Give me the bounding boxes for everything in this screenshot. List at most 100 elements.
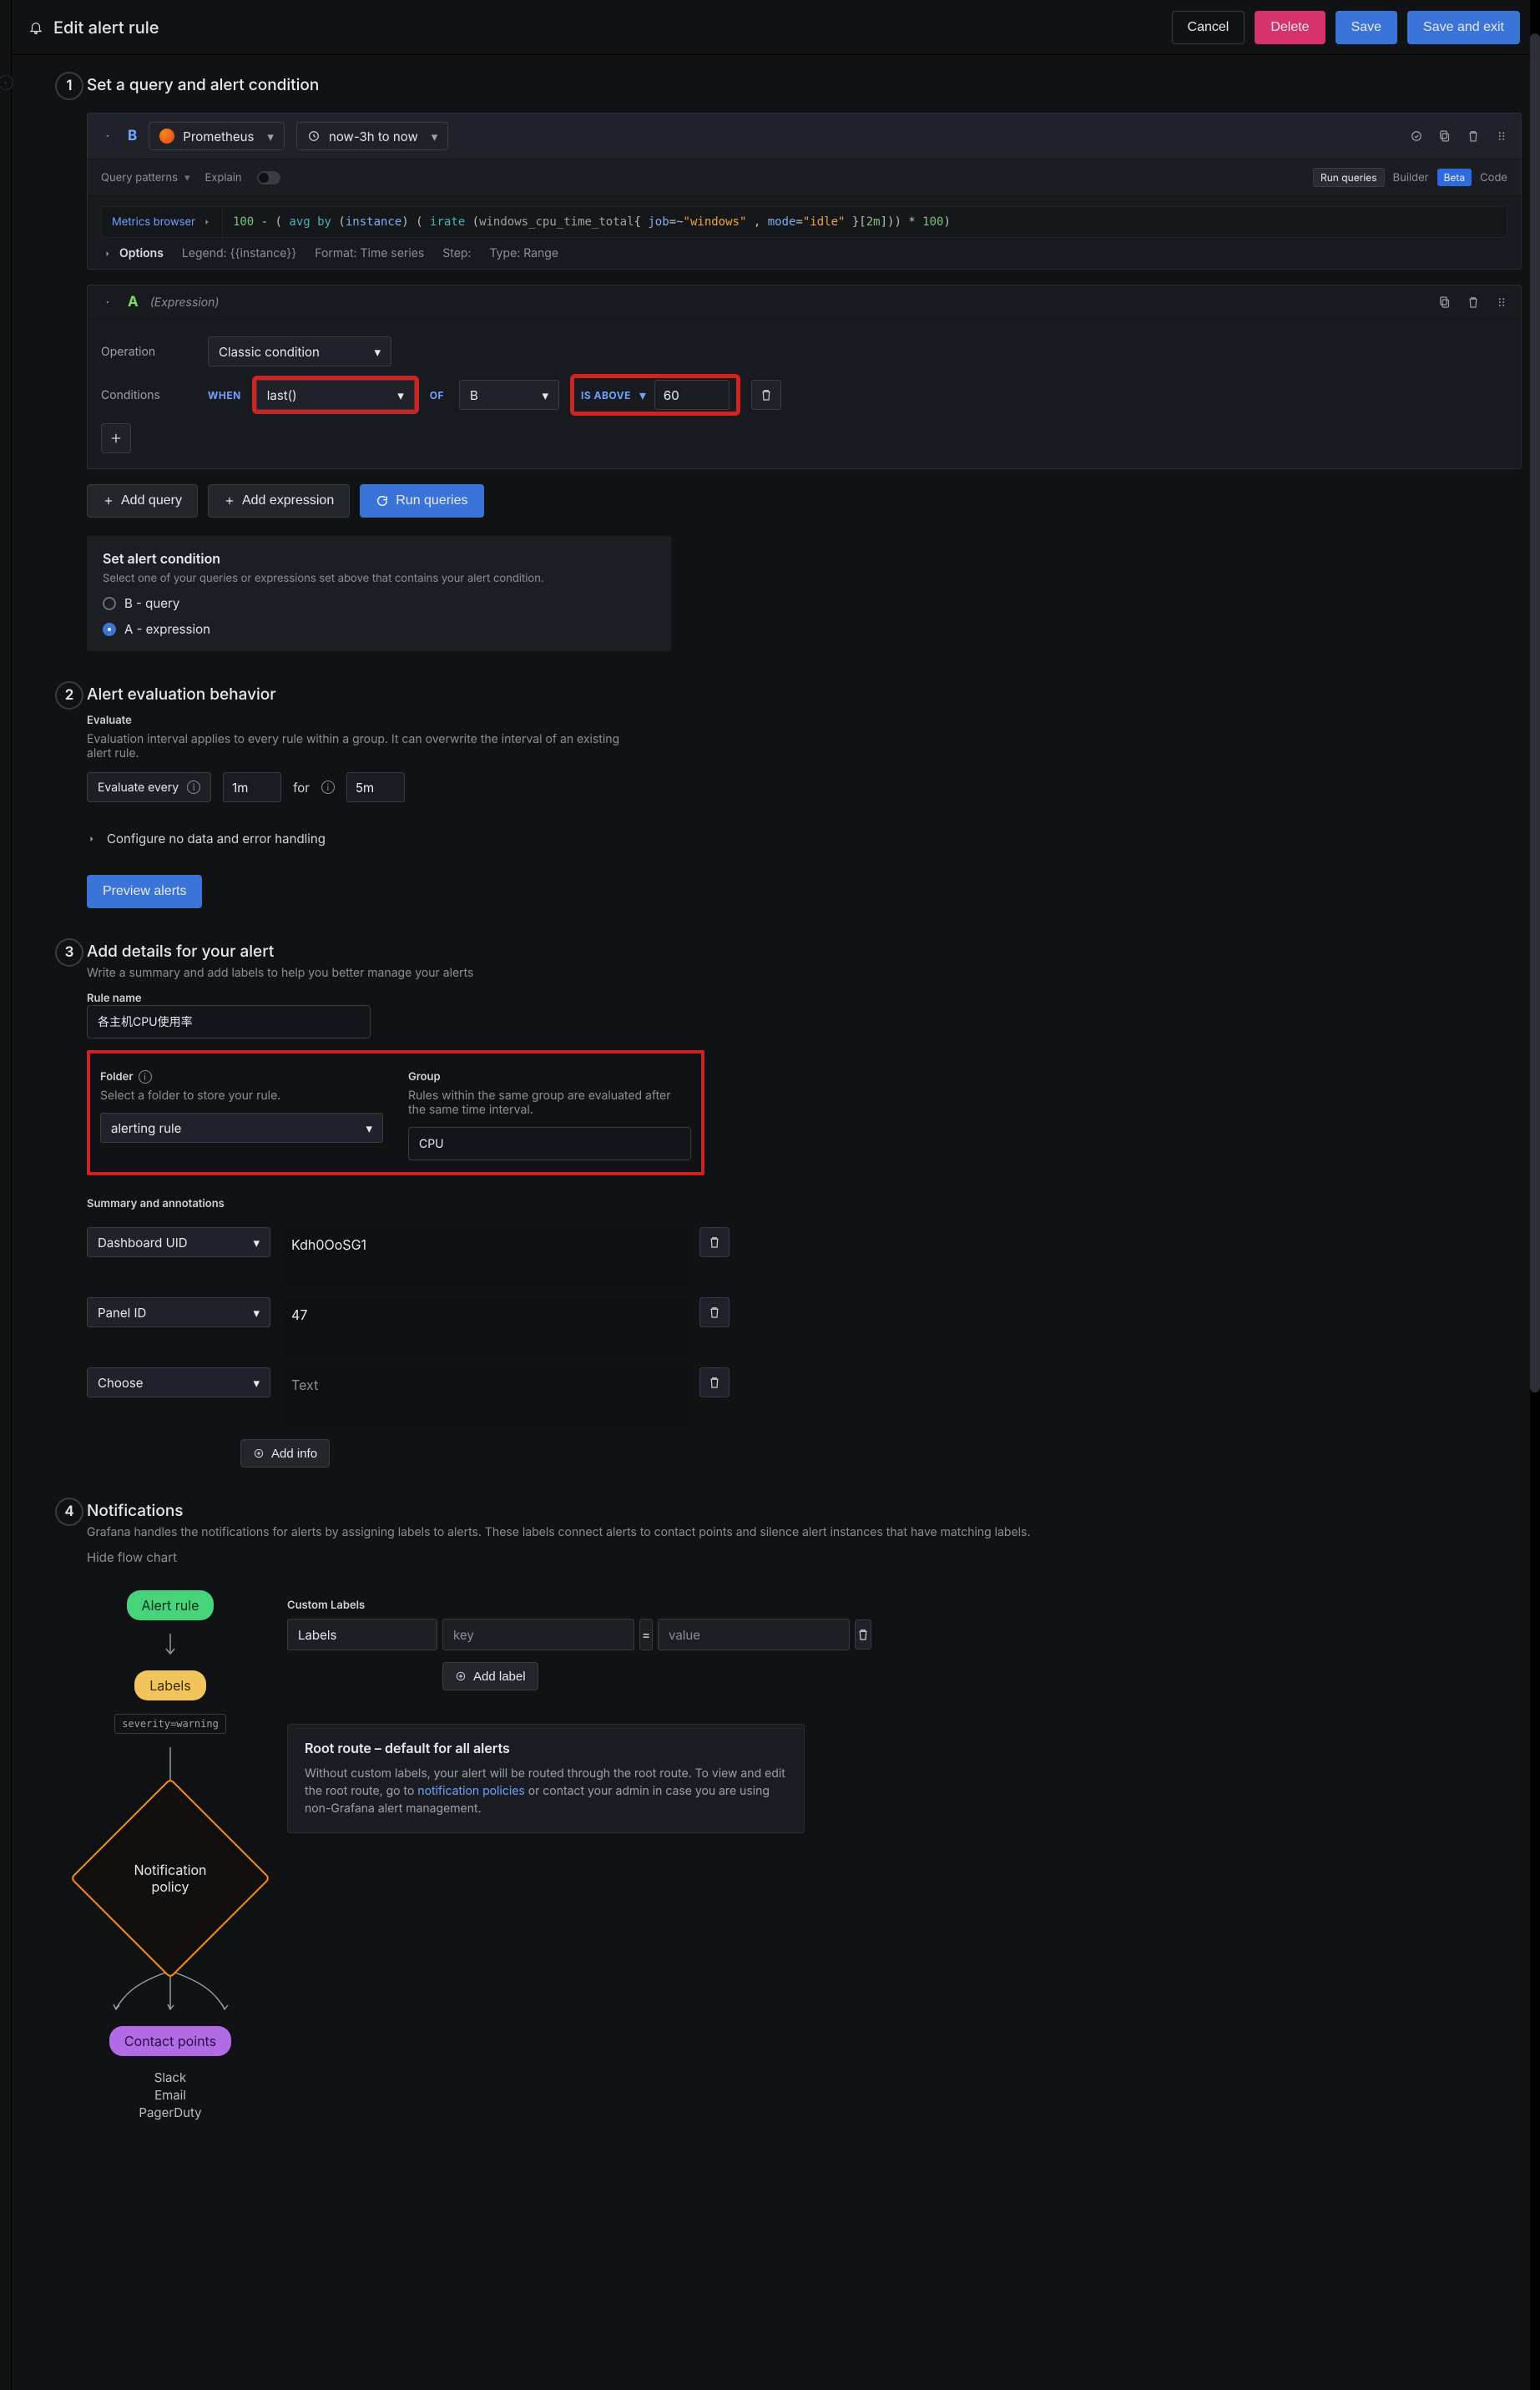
add-expression-button[interactable]: Add expression <box>208 484 350 518</box>
save-button[interactable]: Save <box>1336 11 1397 44</box>
add-info-button[interactable]: Add info <box>240 1439 330 1468</box>
opt-legend: Legend: {{instance}} <box>182 246 296 260</box>
trash-icon <box>856 1627 871 1642</box>
preview-alerts-button[interactable]: Preview alerts <box>87 875 202 908</box>
query-name-b[interactable]: B <box>128 128 137 144</box>
remove-annotation-1[interactable] <box>699 1297 730 1327</box>
clock-icon <box>307 129 321 143</box>
scrollbar-track[interactable] <box>1530 0 1540 2390</box>
node-contact-points: Contact points <box>109 2026 231 2056</box>
chevron-right-icon <box>87 834 97 844</box>
annotation-key-select-1[interactable]: Panel ID ▾ <box>87 1297 270 1327</box>
operation-value: Classic condition <box>219 344 320 360</box>
info-icon[interactable]: i <box>321 781 335 794</box>
label-key-input[interactable]: key <box>442 1619 634 1650</box>
drag-handle-icon[interactable] <box>1494 129 1509 144</box>
step-badge-2: 2 <box>55 681 83 710</box>
configure-nodata-label: Configure no data and error handling <box>107 831 326 846</box>
opt-step: Step: <box>442 246 471 260</box>
trash-icon[interactable] <box>1466 129 1481 144</box>
collapse-expr-a[interactable] <box>99 294 116 311</box>
annotation-value-0[interactable]: Kdh0OoSG1 <box>282 1227 688 1287</box>
query-options-row[interactable]: Options Legend: {{instance}} Format: Tim… <box>88 238 1521 269</box>
trash-icon[interactable] <box>1466 295 1481 310</box>
info-icon[interactable]: i <box>139 1070 152 1084</box>
of-query-select[interactable]: B ▾ <box>459 380 559 410</box>
info-icon[interactable]: i <box>187 781 200 794</box>
evaluate-for-input[interactable]: 5m <box>346 772 405 802</box>
chevron-right-icon <box>202 217 212 227</box>
copy-icon[interactable] <box>1437 129 1452 144</box>
folder-group-highlight: Folder i Select a folder to store your r… <box>87 1050 704 1175</box>
label-value-input[interactable]: value <box>658 1619 850 1650</box>
save-and-exit-button[interactable]: Save and exit <box>1407 11 1520 44</box>
remove-annotation-2[interactable] <box>699 1367 730 1397</box>
remove-label-button[interactable] <box>855 1619 871 1650</box>
of-query-value: B <box>470 387 478 403</box>
beta-badge: Beta <box>1437 169 1472 186</box>
explain-label: Explain <box>204 171 241 184</box>
annotation-value-1[interactable]: 47 <box>282 1297 688 1357</box>
expression-panel-a: A (Expression) Operation Classic cond <box>87 285 1522 469</box>
top-bar: Edit alert rule Cancel Delete Save Save … <box>12 0 1540 55</box>
group-input[interactable]: CPU <box>408 1127 691 1160</box>
rule-name-input[interactable]: 各主机CPU使用率 <box>87 1005 371 1038</box>
remove-condition-button[interactable] <box>751 380 781 410</box>
drag-handle-icon[interactable] <box>1494 295 1509 310</box>
plus-circle-icon <box>455 1670 467 1682</box>
delete-button[interactable]: Delete <box>1255 11 1325 44</box>
refresh-icon <box>376 494 389 508</box>
radio-a[interactable] <box>103 623 116 636</box>
run-queries-button[interactable]: Run queries <box>360 484 483 518</box>
chevron-down-icon: ▾ <box>543 387 549 403</box>
evaluate-heading: Evaluate <box>87 714 1522 727</box>
duplicate-icon[interactable] <box>1409 129 1424 144</box>
configure-nodata-row[interactable]: Configure no data and error handling <box>87 831 1522 846</box>
code-tab[interactable]: Code <box>1480 171 1507 184</box>
threshold-input[interactable]: 60 <box>654 380 730 410</box>
metrics-browser[interactable]: Metrics browser <box>102 207 223 237</box>
datasource-picker[interactable]: Prometheus ▾ <box>149 122 285 150</box>
expand-nav-button[interactable] <box>0 75 13 90</box>
group-label: Group <box>408 1070 691 1084</box>
remove-annotation-0[interactable] <box>699 1227 730 1257</box>
chevron-down-icon: ▾ <box>432 129 438 144</box>
query-tools-row: Query patterns Explain Run queries Build… <box>88 159 1521 196</box>
page-title: Edit alert rule <box>53 18 159 38</box>
step-desc-3: Write a summary and add labels to help y… <box>87 966 1522 980</box>
annotation-key-select-2[interactable]: Choose ▾ <box>87 1367 270 1397</box>
kw-is-above[interactable]: IS ABOVE <box>581 389 631 402</box>
plus-icon <box>103 495 114 507</box>
scrollbar-thumb[interactable] <box>1530 33 1540 1392</box>
evaluate-every-input[interactable]: 1m <box>223 772 281 802</box>
hide-flow-chart-link[interactable]: Hide flow chart <box>87 1549 1522 1565</box>
folder-select[interactable]: alerting rule ▾ <box>100 1113 383 1143</box>
run-queries-chip[interactable]: Run queries <box>1313 168 1385 187</box>
annotation-key-select-0[interactable]: Dashboard UID ▾ <box>87 1227 270 1257</box>
operation-select[interactable]: Classic condition ▾ <box>208 336 391 366</box>
notification-policies-link[interactable]: notification policies <box>417 1784 524 1798</box>
builder-label[interactable]: Builder <box>1393 171 1429 184</box>
copy-icon[interactable] <box>1437 295 1452 310</box>
explain-toggle[interactable] <box>257 171 280 184</box>
promql-code[interactable]: 100 - ( avg by (instance) ( irate (windo… <box>223 209 961 235</box>
radio-b[interactable] <box>103 597 116 610</box>
node-labels: Labels <box>134 1670 205 1700</box>
chevron-down-icon: ▾ <box>366 1120 372 1136</box>
time-range-picker[interactable]: now-3h to now ▾ <box>296 122 448 150</box>
annotation-value-2[interactable]: Text <box>282 1367 688 1427</box>
left-collapse-rail <box>0 0 12 2390</box>
equals-sign: = <box>639 1619 653 1650</box>
collapse-query-b[interactable] <box>99 128 116 144</box>
query-patterns[interactable]: Query patterns <box>101 171 189 184</box>
prometheus-logo-icon <box>159 129 174 144</box>
options-label: Options <box>119 246 164 260</box>
step-desc-4: Grafana handles the notifications for al… <box>87 1525 1522 1539</box>
opt-type: Type: Range <box>490 246 559 260</box>
expr-name-a[interactable]: A <box>128 294 139 311</box>
cancel-button[interactable]: Cancel <box>1172 11 1245 44</box>
when-func-select[interactable]: last() ▾ <box>256 380 415 410</box>
add-label-button[interactable]: Add label <box>442 1662 538 1690</box>
add-query-button[interactable]: Add query <box>87 484 198 518</box>
add-condition-button[interactable] <box>101 423 131 453</box>
